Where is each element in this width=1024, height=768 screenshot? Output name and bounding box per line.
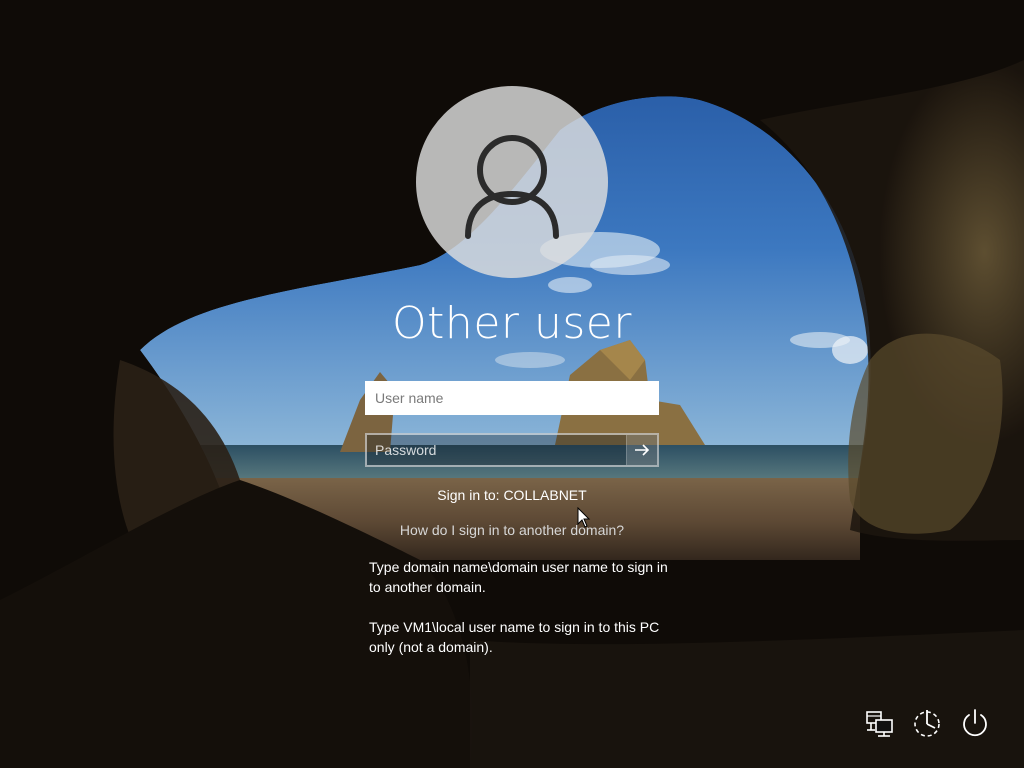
- submit-button[interactable]: [626, 435, 657, 465]
- domain-help-link[interactable]: How do I sign in to another domain?: [312, 522, 712, 538]
- domain-help-text-2: Type VM1\local user name to sign in to t…: [369, 619, 660, 655]
- ease-of-access-button[interactable]: [910, 706, 944, 740]
- sign-in-domain-label: Sign in to: COLLABNET: [437, 487, 587, 503]
- ease-of-access-icon: [914, 710, 940, 737]
- power-button[interactable]: [958, 706, 992, 740]
- user-avatar-icon: [465, 135, 559, 239]
- domain-help-text-1: Type domain name\domain user name to sig…: [369, 559, 668, 595]
- username-input[interactable]: [365, 381, 659, 415]
- network-button[interactable]: [862, 706, 896, 740]
- lock-screen: Other user Sign in to: COLLABNET How do …: [0, 0, 1024, 768]
- power-icon: [963, 709, 987, 737]
- password-input[interactable]: [367, 435, 627, 465]
- password-field-wrapper: [365, 433, 659, 467]
- page-title: Other user: [392, 298, 632, 349]
- user-avatar: [416, 86, 608, 278]
- mouse-cursor-icon: [577, 507, 591, 528]
- network-icon: [866, 711, 893, 737]
- arrow-right-icon: [635, 444, 650, 456]
